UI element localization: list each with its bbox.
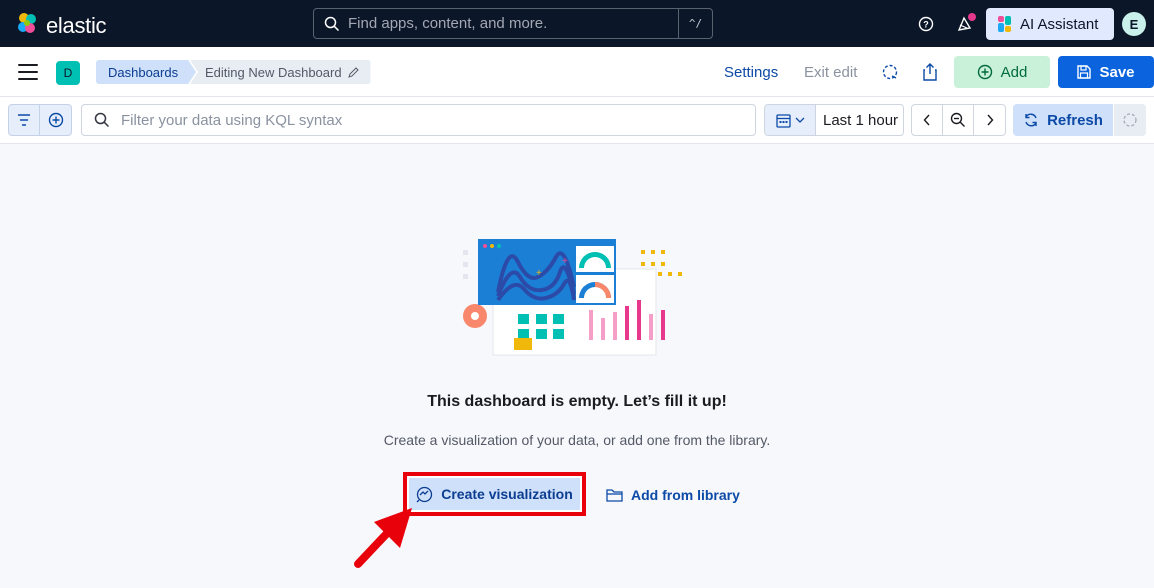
kql-search-input[interactable]: Filter your data using KQL syntax <box>81 104 756 136</box>
search-icon <box>324 16 340 32</box>
elastic-logo[interactable]: elastic <box>14 10 107 41</box>
annotation-arrow-icon <box>352 504 418 568</box>
add-label: Add <box>1000 63 1028 81</box>
global-search-input[interactable]: Find apps, content, and more. ^/ <box>313 8 713 39</box>
save-icon <box>1077 65 1092 79</box>
highlight-box: Create visualization <box>403 472 586 516</box>
exit-edit-link[interactable]: Exit edit <box>804 64 857 81</box>
breadcrumb-dashboards[interactable]: Dashboards <box>96 60 196 84</box>
create-visualization-button[interactable]: Create visualization <box>409 478 580 510</box>
help-icon[interactable]: ? <box>915 13 937 35</box>
quick-menu-button[interactable] <box>765 105 816 135</box>
global-header: elastic Find apps, content, and more. ^/… <box>0 0 1154 47</box>
visualize-icon <box>416 486 433 503</box>
zoom-out-icon[interactable] <box>943 105 974 135</box>
folder-icon <box>606 488 623 502</box>
chevron-down-icon <box>795 117 805 123</box>
space-avatar[interactable]: D <box>56 61 80 85</box>
news-icon[interactable] <box>955 13 977 35</box>
ai-assistant-icon <box>998 16 1012 32</box>
kql-placeholder: Filter your data using KQL syntax <box>121 111 343 129</box>
user-avatar[interactable]: E <box>1122 12 1146 36</box>
svg-text:+: + <box>536 268 542 279</box>
settings-link[interactable]: Settings <box>724 64 778 81</box>
save-button[interactable]: Save <box>1058 56 1154 88</box>
breadcrumb-current[interactable]: Editing New Dashboard <box>190 60 371 84</box>
save-label: Save <box>1099 63 1135 81</box>
search-shortcut: ^/ <box>678 9 712 38</box>
logo-text: elastic <box>46 12 107 38</box>
create-visualization-label: Create visualization <box>441 486 573 502</box>
svg-text:?: ? <box>923 20 929 30</box>
app-toolbar: D Dashboards Editing New Dashboard Setti… <box>0 47 1154 97</box>
chevron-left-icon[interactable] <box>912 105 943 135</box>
time-range-label[interactable]: Last 1 hour <box>816 105 898 135</box>
add-from-library-label: Add from library <box>631 487 740 503</box>
refresh-button[interactable]: Refresh <box>1013 104 1113 136</box>
ai-assistant-button[interactable]: AI Assistant <box>986 8 1114 40</box>
empty-state-title: This dashboard is empty. Let’s fill it u… <box>427 393 727 410</box>
empty-state-description: Create a visualization of your data, or … <box>383 432 771 448</box>
date-picker[interactable]: Last 1 hour <box>764 104 904 136</box>
search-placeholder: Find apps, content, and more. <box>348 15 548 32</box>
refresh-label: Refresh <box>1047 111 1103 129</box>
svg-text:+: + <box>562 256 568 267</box>
chevron-right-icon[interactable] <box>974 105 1005 135</box>
loading-icon[interactable] <box>1114 104 1146 136</box>
background-task-icon[interactable] <box>880 62 900 82</box>
ai-assistant-label: AI Assistant <box>1020 15 1099 33</box>
elastic-logo-icon <box>14 10 40 41</box>
calendar-icon <box>775 113 791 128</box>
time-navigation <box>911 104 1006 136</box>
add-filter-icon[interactable] <box>40 104 72 136</box>
query-bar: Filter your data using KQL syntax Last 1… <box>0 97 1154 144</box>
pencil-icon <box>347 66 359 78</box>
refresh-icon <box>1023 112 1039 128</box>
filter-icon[interactable] <box>8 104 40 136</box>
add-from-library-button[interactable]: Add from library <box>606 484 740 506</box>
breadcrumb-current-label: Editing New Dashboard <box>205 64 342 80</box>
plus-circle-icon <box>977 64 993 80</box>
empty-dashboard-illustration: + + <box>456 232 696 362</box>
share-icon[interactable] <box>920 62 940 82</box>
search-icon <box>94 112 110 128</box>
add-panel-button[interactable]: Add <box>954 56 1050 88</box>
menu-icon[interactable] <box>18 64 38 80</box>
